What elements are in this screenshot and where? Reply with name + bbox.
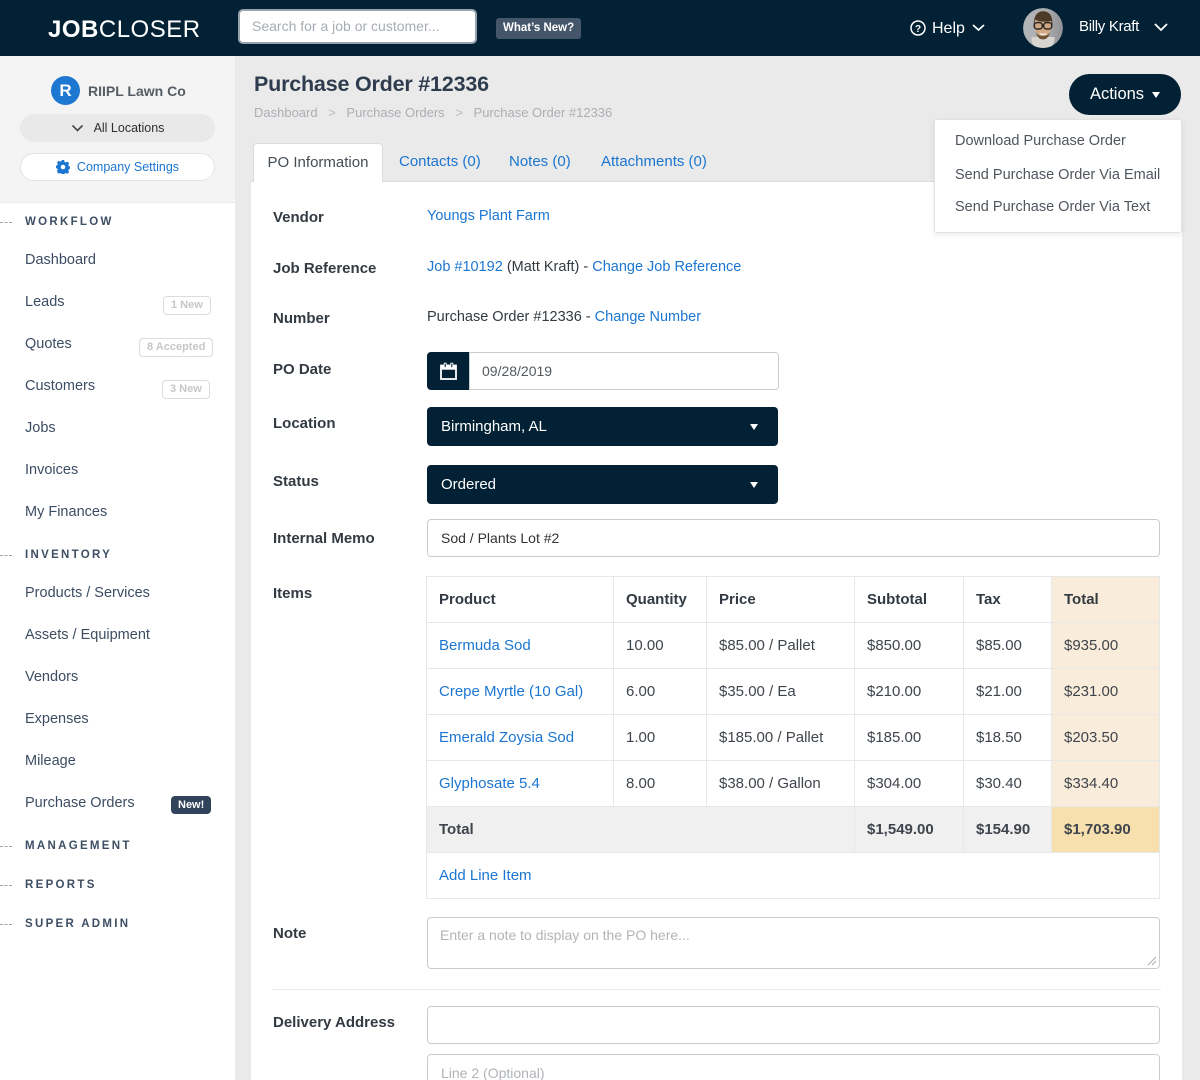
svg-text:?: ? bbox=[915, 24, 921, 35]
svg-text:Help: Help bbox=[932, 20, 965, 37]
